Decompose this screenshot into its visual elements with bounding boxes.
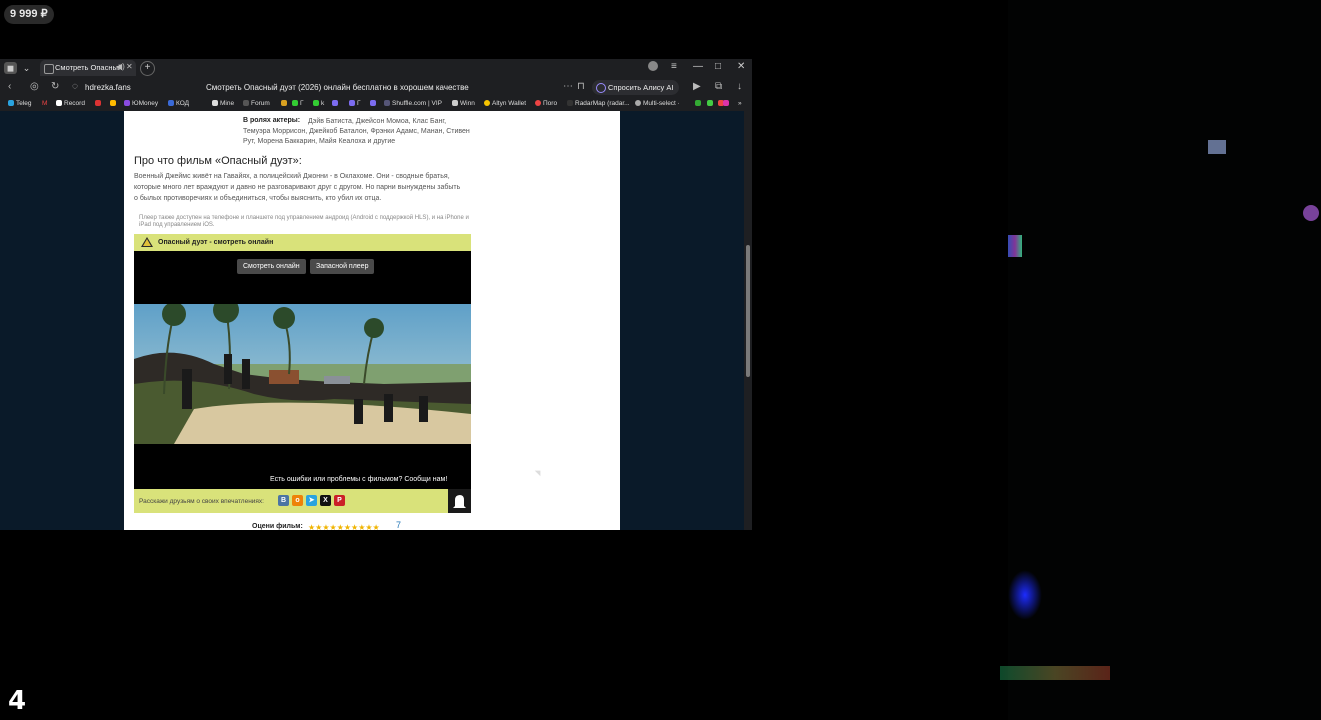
bookmark-item[interactable]: ЮMoney: [124, 100, 158, 107]
light-spot: [1008, 235, 1022, 257]
menu-icon[interactable]: ≡: [671, 61, 677, 72]
about-heading: Про что фильм «Опасный дуэт»:: [134, 155, 302, 167]
rating-label: Оцени фильм:: [252, 523, 303, 530]
bookmark-item[interactable]: [110, 100, 118, 107]
bookmark-item[interactable]: [707, 100, 715, 107]
bookmark-item[interactable]: Forum: [243, 100, 270, 107]
stream-number: 4: [8, 686, 27, 716]
pinterest-share-icon[interactable]: P: [334, 495, 345, 506]
extensions-icon[interactable]: ⧉: [715, 81, 722, 92]
notification-bell-icon[interactable]: [448, 489, 471, 513]
bookmark-item[interactable]: [695, 100, 703, 107]
video-frame-image: [134, 304, 471, 444]
bookmark-item[interactable]: RadarMap (radar...: [567, 100, 630, 107]
share-bar: Расскажи друзьям о своих впечатлениях: В…: [134, 489, 471, 513]
bookmark-item[interactable]: [332, 100, 340, 107]
player-header: Опасный дуэт - смотреть онлайн: [134, 234, 471, 251]
bookmark-item[interactable]: КОД: [168, 100, 189, 107]
ok-share-icon[interactable]: о: [292, 495, 303, 506]
share-text: Расскажи друзьям о своих впечатлениях:: [139, 498, 264, 505]
telegram-share-icon[interactable]: ➤: [306, 495, 317, 506]
page-content: Дэйв Батиста, Джейсон Момоа, Клас Банг, …: [124, 111, 620, 530]
x-share-icon[interactable]: X: [320, 495, 331, 506]
bookmarks-more[interactable]: »: [738, 100, 742, 107]
profile-icon[interactable]: [648, 61, 658, 71]
ask-alice-button[interactable]: Спросить Алису AI: [592, 80, 680, 95]
speaker-icon[interactable]: ◀): [116, 62, 125, 71]
reload-icon[interactable]: ↻: [51, 81, 59, 92]
lock-icon[interactable]: ◌: [72, 81, 78, 92]
player-header-title: Опасный дуэт - смотреть онлайн: [158, 239, 274, 246]
background-dark-area: [1000, 0, 1321, 720]
tab-active[interactable]: Смотреть Опасный ◀) ✕: [40, 60, 136, 76]
tab-title: Смотреть Опасный: [55, 63, 123, 72]
bookmark-item[interactable]: Mine: [212, 100, 234, 107]
page-viewport: Дэйв Батиста, Джейсон Момоа, Клас Банг, …: [0, 111, 744, 530]
shield-icon[interactable]: ◎: [30, 81, 39, 92]
url-field[interactable]: hdrezka.fans: [85, 83, 131, 92]
more-icon[interactable]: ⋯: [563, 81, 573, 92]
cast-icon[interactable]: ▶: [693, 81, 701, 92]
video-frame[interactable]: [134, 304, 471, 444]
download-icon[interactable]: ↓: [737, 81, 742, 92]
bookmark-item[interactable]: Record: [56, 100, 85, 107]
bell-glyph: [453, 495, 466, 508]
light-spot: [1000, 666, 1110, 680]
bookmark-item[interactable]: Shuffle.com | VIP: [384, 100, 442, 107]
close-tab-icon[interactable]: ✕: [126, 62, 133, 71]
tab-bar: ◼ ⌄ Смотреть Опасный ◀) ✕ + ≡ — □ ✕: [0, 59, 752, 77]
browser-window: ◼ ⌄ Смотреть Опасный ◀) ✕ + ≡ — □ ✕ ‹ ◎ …: [0, 59, 752, 530]
bookmarks-bar: Teleg M Record ЮMoney КОД Mine Forum Г k…: [0, 99, 752, 111]
close-window-icon[interactable]: ✕: [737, 61, 745, 72]
alice-icon: [596, 83, 606, 93]
light-spot: [1208, 140, 1226, 154]
cast-label: В ролях актеры:: [243, 117, 301, 124]
bookmark-item[interactable]: Поrо: [535, 100, 557, 107]
player-note: Плеер также доступен на телефоне и планш…: [139, 215, 469, 228]
bookmark-item[interactable]: [95, 100, 103, 107]
page-title: Смотреть Опасный дуэт (2026) онлайн бесп…: [206, 83, 469, 92]
bookmark-item[interactable]: Altyn Wallet: [484, 100, 526, 107]
warning-icon: [141, 237, 153, 247]
bookmark-item[interactable]: M: [42, 100, 47, 107]
bookmark-item[interactable]: [723, 100, 731, 107]
bookmark-item[interactable]: Winn: [452, 100, 475, 107]
new-tab-button[interactable]: +: [140, 61, 155, 76]
vk-share-icon[interactable]: В: [278, 495, 289, 506]
light-spot: [1303, 205, 1319, 221]
backup-player-button[interactable]: Запасной плеер: [310, 259, 375, 274]
chevron-down-icon[interactable]: ⌄: [20, 62, 33, 74]
alice-label: Спросить Алису AI: [608, 83, 674, 92]
minimize-icon[interactable]: —: [693, 61, 703, 72]
bookmark-item[interactable]: [281, 100, 289, 107]
light-spot: [1008, 570, 1042, 620]
rating-value: 7: [396, 520, 402, 530]
address-bar: ‹ ◎ ↻ ◌ hdrezka.fans Смотреть Опасный ду…: [0, 77, 752, 99]
bookmark-item[interactable]: Multi-select ·: [635, 100, 680, 107]
balance-badge: 9 999 ₽: [4, 5, 54, 24]
bookmark-item[interactable]: [370, 100, 378, 107]
watch-online-button[interactable]: Смотреть онлайн: [237, 259, 306, 274]
bookmark-item[interactable]: Г: [292, 100, 304, 107]
bookmark-item[interactable]: Teleg: [8, 100, 32, 107]
maximize-icon[interactable]: □: [715, 61, 721, 72]
page-scrollbar[interactable]: [744, 111, 752, 530]
back-icon[interactable]: ‹: [8, 81, 11, 92]
bookmark-item[interactable]: k: [313, 100, 324, 107]
report-problem-link[interactable]: Есть ошибки или проблемы с фильмом? Сооб…: [270, 476, 447, 483]
scrollbar-thumb[interactable]: [746, 245, 750, 377]
movie-description: Военный Джеймс живёт на Гавайях, а полиц…: [134, 173, 461, 202]
bookmark-item[interactable]: Г: [349, 100, 361, 107]
browser-menu-icon[interactable]: ◼: [4, 62, 17, 74]
tab-favicon-icon: [44, 64, 54, 74]
bookmark-icon[interactable]: ⊓: [577, 81, 585, 92]
video-player[interactable]: Смотреть онлайн Запасной плеер Есть ошиб…: [134, 251, 471, 489]
rating-stars[interactable]: ★★★★★★★★★★: [308, 523, 380, 530]
